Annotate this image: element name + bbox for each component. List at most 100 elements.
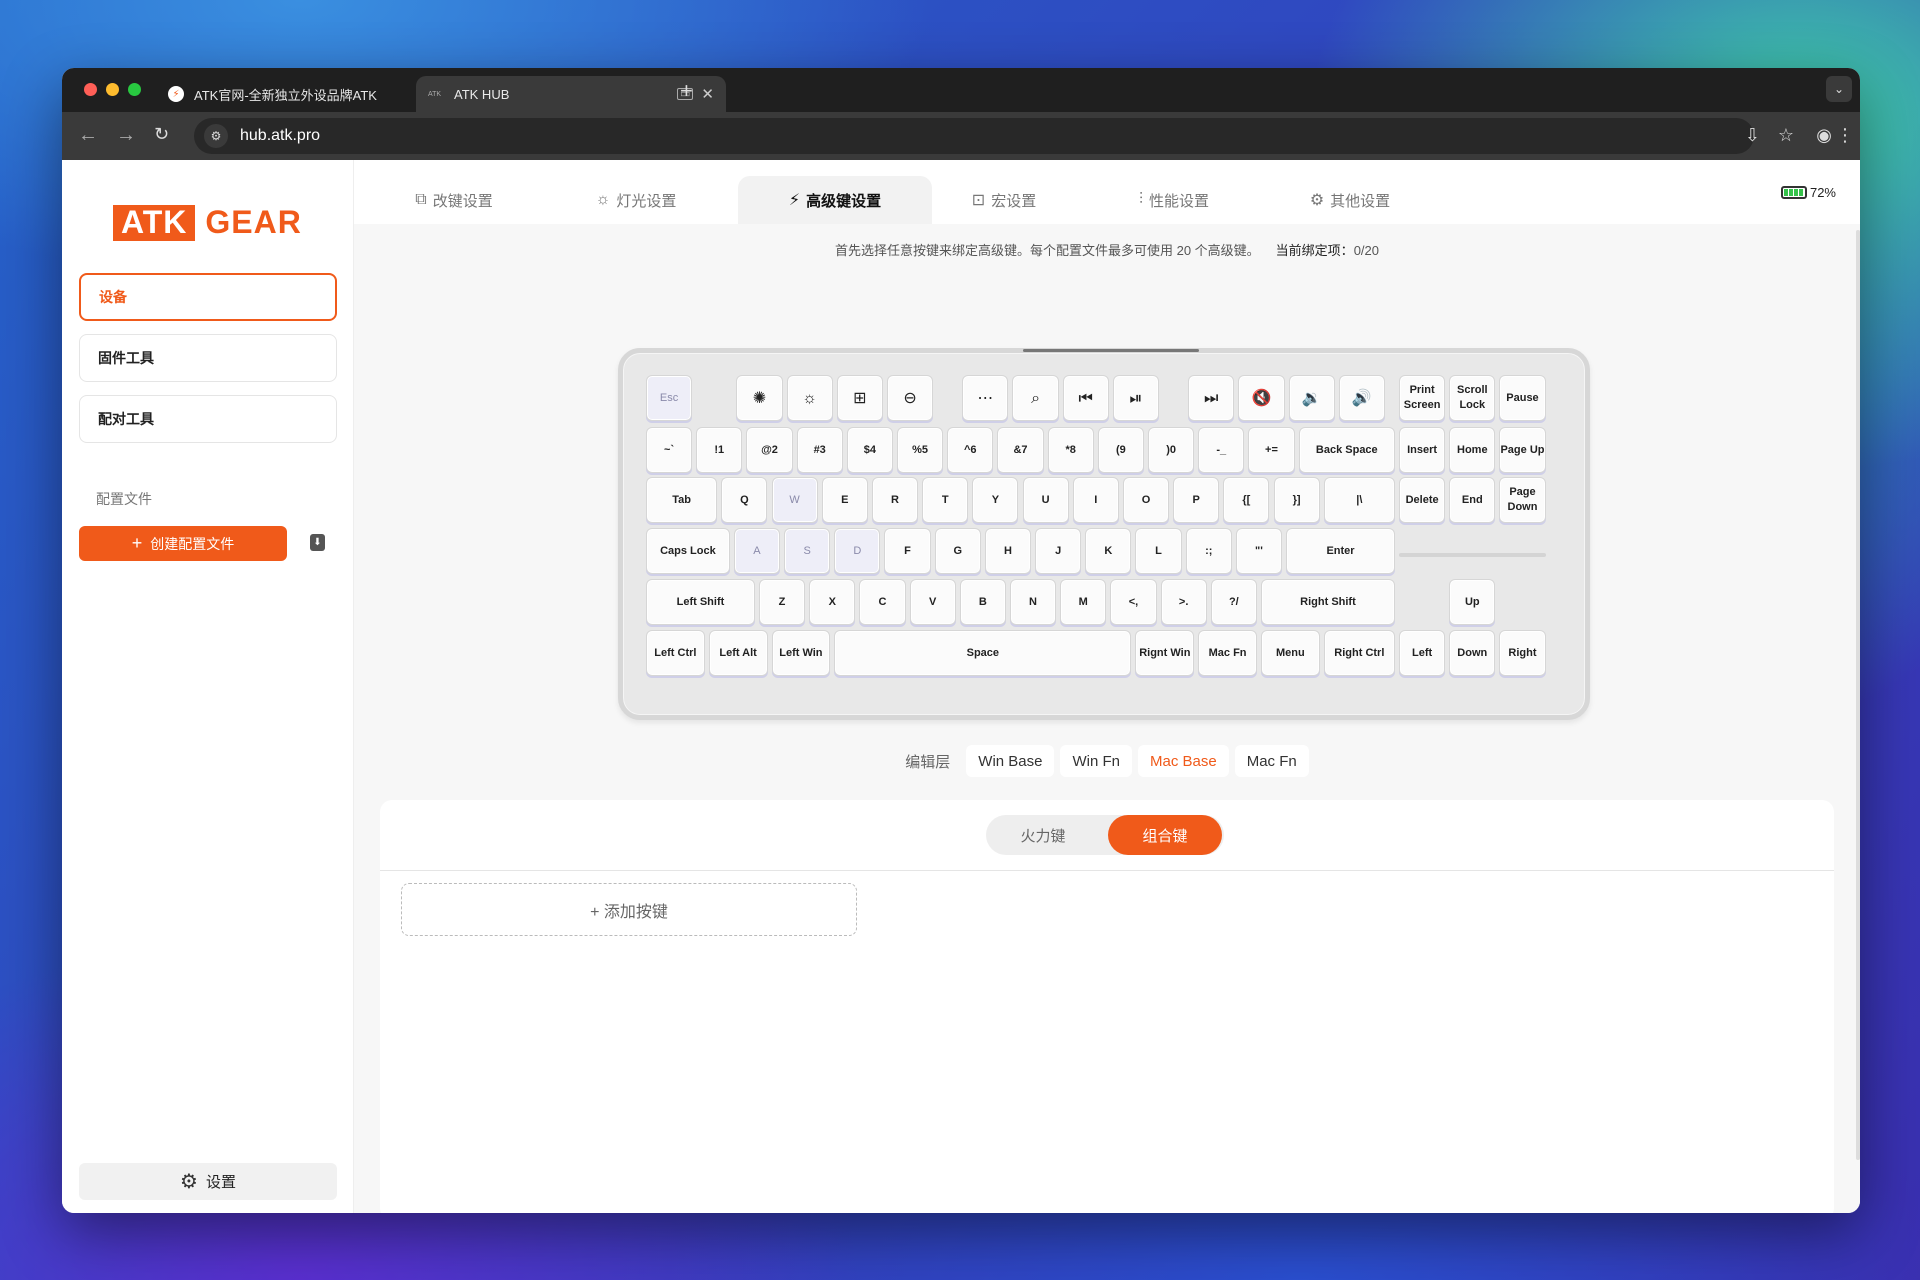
key-space[interactable]: Space xyxy=(834,630,1132,676)
key-mac-fn[interactable]: Mac Fn xyxy=(1198,630,1257,676)
key-print-screen[interactable]: Print Screen xyxy=(1399,375,1446,421)
key-j[interactable]: J xyxy=(1035,528,1082,574)
key-h[interactable]: H xyxy=(984,528,1032,574)
key-8[interactable]: *8 xyxy=(1047,427,1094,473)
key-right-shift[interactable]: Right Shift xyxy=(1260,579,1395,625)
key-rignt-win[interactable]: Rignt Win xyxy=(1135,630,1195,676)
key-symbol[interactable]: 🔊 xyxy=(1338,375,1385,421)
key-symbol[interactable]: ~` xyxy=(646,427,693,473)
key-6[interactable]: ^6 xyxy=(947,427,994,473)
key-symbol[interactable]: ⊖ xyxy=(886,375,934,421)
key-symbol[interactable]: |\ xyxy=(1323,477,1395,523)
key-symbol[interactable]: ⋯ xyxy=(962,375,1009,421)
key-symbol[interactable]: ?/ xyxy=(1210,579,1257,625)
add-key-button[interactable]: + 添加按键 xyxy=(401,883,857,936)
key-symbol[interactable]: ⊞ xyxy=(836,375,883,421)
import-profile-icon[interactable]: ⬇ xyxy=(310,534,325,551)
key-g[interactable]: G xyxy=(934,528,981,574)
key-x[interactable]: X xyxy=(809,579,856,625)
layer-mac-fn[interactable]: Mac Fn xyxy=(1234,745,1309,777)
key-i[interactable]: I xyxy=(1072,477,1119,523)
key-esc[interactable]: Esc xyxy=(646,375,693,421)
key-left-alt[interactable]: Left Alt xyxy=(708,630,768,676)
key-symbol[interactable]: <, xyxy=(1110,579,1157,625)
key-b[interactable]: B xyxy=(959,579,1006,625)
forward-icon[interactable]: → xyxy=(116,124,136,147)
key-symbol[interactable]: ⏭ xyxy=(1188,375,1235,421)
key-u[interactable]: U xyxy=(1022,477,1069,523)
key-c[interactable]: C xyxy=(859,579,906,625)
key-left-ctrl[interactable]: Left Ctrl xyxy=(646,630,705,676)
browser-menu-icon[interactable]: ⋮ xyxy=(1836,125,1854,146)
key-v[interactable]: V xyxy=(909,579,956,625)
key-0[interactable]: )0 xyxy=(1148,427,1195,473)
key-symbol[interactable]: "' xyxy=(1235,528,1283,574)
tab-macro[interactable]: ⊡ 宏设置 xyxy=(944,176,1064,224)
key-symbol[interactable]: -_ xyxy=(1198,427,1245,473)
tab-performance[interactable]: ⫶ 性能设置 xyxy=(1114,176,1234,224)
settings-button[interactable]: ⚙ 设置 xyxy=(79,1163,337,1200)
key-t[interactable]: T xyxy=(922,477,969,523)
key-k[interactable]: K xyxy=(1085,528,1132,574)
key-s[interactable]: S xyxy=(784,528,831,574)
sidebar-item-firmware-tool[interactable]: 固件工具 xyxy=(79,334,337,382)
key-r[interactable]: R xyxy=(871,477,919,523)
key-back-space[interactable]: Back Space xyxy=(1298,427,1395,473)
tab-advanced-keys[interactable]: ⚡ 高级键设置 xyxy=(738,176,932,224)
tab-search-button[interactable]: ⌄ xyxy=(1826,76,1852,102)
back-icon[interactable]: ← xyxy=(78,124,98,147)
key-e[interactable]: E xyxy=(821,477,868,523)
key-menu[interactable]: Menu xyxy=(1260,630,1320,676)
url-omnibox[interactable]: ⚙ hub.atk.pro xyxy=(194,118,1754,154)
bookmark-star-icon[interactable]: ☆ xyxy=(1778,125,1794,146)
key-home[interactable]: Home xyxy=(1449,427,1496,473)
key-1[interactable]: !1 xyxy=(696,427,743,473)
key-caps-lock[interactable]: Caps Lock xyxy=(646,528,730,574)
toggle-rapid-fire[interactable]: 火力键 xyxy=(986,815,1100,855)
site-info-icon[interactable]: ⚙ xyxy=(204,124,228,148)
layer-mac-base[interactable]: Mac Base xyxy=(1138,745,1229,777)
layer-win-fn[interactable]: Win Fn xyxy=(1060,745,1132,777)
key-a[interactable]: A xyxy=(733,528,781,574)
key-symbol[interactable]: ✺ xyxy=(736,375,783,421)
key-symbol[interactable]: ⏮ xyxy=(1062,375,1109,421)
key-symbol[interactable]: ⌕ xyxy=(1012,375,1059,421)
key-4[interactable]: $4 xyxy=(846,427,893,473)
key-page-down[interactable]: Page Down xyxy=(1499,477,1546,523)
key-9[interactable]: (9 xyxy=(1097,427,1144,473)
key-2[interactable]: @2 xyxy=(746,427,793,473)
close-tab-icon[interactable]: ✕ xyxy=(701,85,714,103)
key-up[interactable]: Up xyxy=(1449,579,1496,625)
key-l[interactable]: L xyxy=(1135,528,1182,574)
key-down[interactable]: Down xyxy=(1449,630,1496,676)
key-left-shift[interactable]: Left Shift xyxy=(646,579,755,625)
profile-icon[interactable]: ◉ xyxy=(1816,125,1832,146)
toggle-combo-key[interactable]: 组合键 xyxy=(1108,815,1222,855)
create-profile-button[interactable]: + 创建配置文件 xyxy=(79,526,287,561)
key-scroll-lock[interactable]: Scroll Lock xyxy=(1449,375,1496,421)
key-symbol[interactable]: 🔇 xyxy=(1238,375,1285,421)
tab-other-settings[interactable]: ⚙ 其他设置 xyxy=(1290,176,1410,224)
key-left-win[interactable]: Left Win xyxy=(771,630,831,676)
key-d[interactable]: D xyxy=(834,528,881,574)
key-w[interactable]: W xyxy=(771,477,818,523)
scrollbar[interactable] xyxy=(1856,230,1860,1160)
reload-icon[interactable]: ↻ xyxy=(154,124,169,145)
key-pause[interactable]: Pause xyxy=(1499,375,1546,421)
install-app-icon[interactable]: ⇩ xyxy=(1745,125,1760,146)
key-symbol[interactable]: >. xyxy=(1160,579,1207,625)
key-f[interactable]: F xyxy=(884,528,931,574)
key-symbol[interactable]: ☼ xyxy=(786,375,833,421)
key-y[interactable]: Y xyxy=(972,477,1019,523)
close-window-button[interactable] xyxy=(84,83,97,96)
key-symbol[interactable]: 🔉 xyxy=(1288,375,1335,421)
tab-lighting[interactable]: ☼ 灯光设置 xyxy=(576,176,696,224)
key-page-up[interactable]: Page Up xyxy=(1499,427,1546,473)
key-p[interactable]: P xyxy=(1173,477,1220,523)
key-7[interactable]: &7 xyxy=(997,427,1044,473)
key-symbol[interactable]: += xyxy=(1248,427,1295,473)
key-n[interactable]: N xyxy=(1009,579,1057,625)
key-enter[interactable]: Enter xyxy=(1286,528,1395,574)
key-delete[interactable]: Delete xyxy=(1399,477,1446,523)
key-right-ctrl[interactable]: Right Ctrl xyxy=(1323,630,1395,676)
